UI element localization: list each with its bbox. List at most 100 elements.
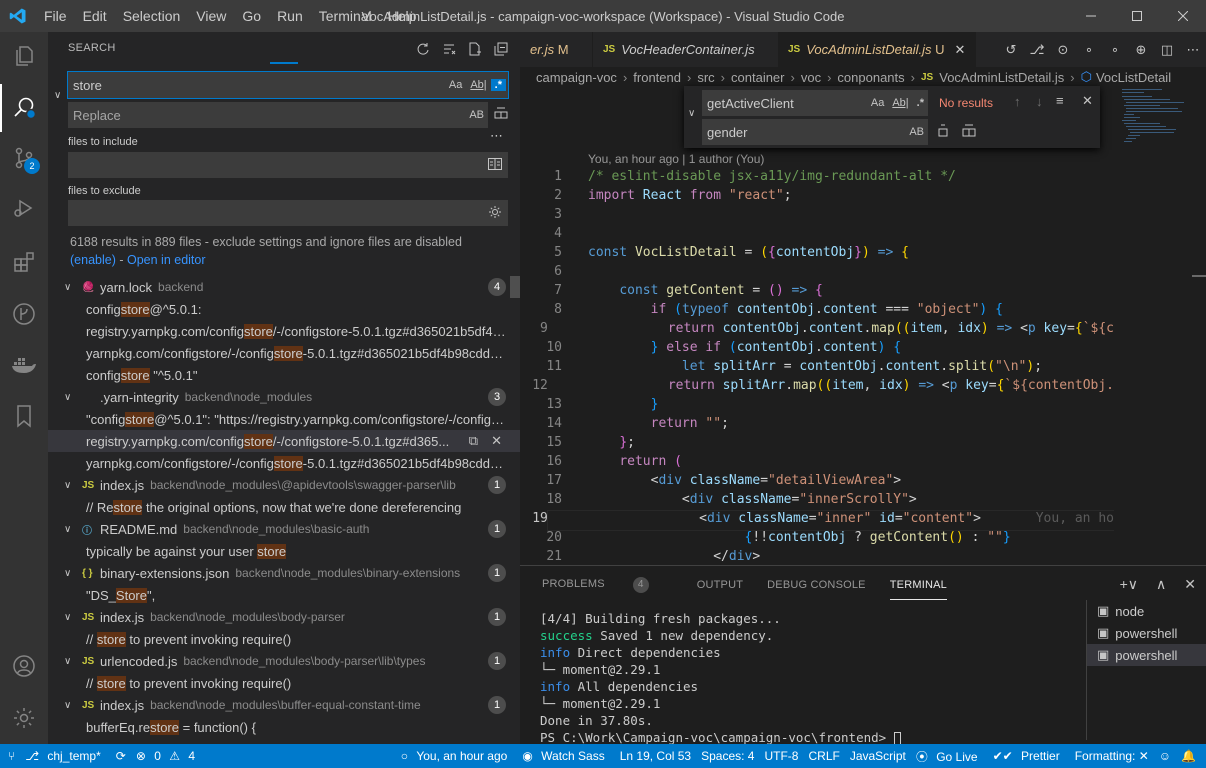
tab-er-js[interactable]: er.js M [520, 32, 592, 67]
chevron-down-icon[interactable]: ∨ [64, 480, 78, 491]
replace-all-icon[interactable] [494, 107, 508, 124]
prettier-status[interactable]: ✔✔ Prettier [993, 749, 1065, 763]
use-exclude-settings-icon[interactable] [488, 205, 508, 222]
menu-edit[interactable]: Edit [75, 0, 115, 32]
close-window-icon[interactable] [1160, 0, 1206, 32]
clear-results-icon[interactable] [438, 38, 460, 60]
result-file-row[interactable]: ∨ JS index.js backend\node_modules\body-par… [48, 606, 520, 628]
menu-view[interactable]: View [188, 0, 234, 32]
watch-sass-status[interactable]: ◉ Watch Sass [522, 749, 609, 763]
git-lens-icon[interactable]: ⊕ [1128, 42, 1154, 58]
dismiss-match-icon[interactable]: ✕ [491, 433, 502, 449]
result-match-row[interactable]: yarnpkg.com/configstore/-/configstore-5.… [48, 342, 520, 364]
chevron-down-icon[interactable]: ∨ [64, 568, 78, 579]
tab-voc-header-container[interactable]: JS VocHeaderContainer.js [592, 32, 778, 67]
enable-link[interactable]: (enable) [70, 253, 116, 267]
more-actions-icon[interactable]: ⋯ [1180, 42, 1206, 58]
maximize-icon[interactable] [1114, 0, 1160, 32]
run-debug-icon[interactable] [0, 184, 48, 232]
terminal-instance[interactable]: ▣ node [1087, 600, 1206, 622]
accounts-icon[interactable] [0, 642, 48, 690]
result-file-row[interactable]: ∨ JS urlencoded.js backend\node_modules\bod… [48, 650, 520, 672]
regex-toggle[interactable]: .* [913, 97, 928, 109]
result-match-row[interactable]: // store to prevent invoking require() [48, 628, 520, 650]
result-match-row[interactable]: configstore "^5.0.1" [48, 364, 520, 386]
language-mode[interactable]: JavaScript [850, 749, 906, 763]
menu-selection[interactable]: Selection [115, 0, 189, 32]
result-match-row[interactable]: typically be against your user store [48, 540, 520, 562]
breadcrumb-item[interactable]: voc [801, 70, 821, 85]
search-input[interactable]: store [68, 78, 445, 93]
result-match-row[interactable]: registry.yarnpkg.com/configstore/-/confi… [48, 320, 520, 342]
timeline-icon[interactable]: ↺ [998, 42, 1024, 58]
previous-change-icon[interactable]: ∘ [1076, 42, 1102, 58]
replace-input[interactable]: Replace [68, 108, 465, 123]
git-commit-icon[interactable]: ⊙ [1050, 42, 1076, 58]
result-match-row[interactable]: "DS_Store", [48, 584, 520, 606]
toggle-replace-chevron-icon[interactable]: ∨ [54, 90, 61, 101]
chevron-down-icon[interactable]: ∨ [64, 656, 78, 667]
breadcrumb-item[interactable]: src [697, 70, 714, 85]
extensions-icon[interactable] [0, 238, 48, 286]
menu-file[interactable]: File [36, 0, 75, 32]
minimize-icon[interactable] [1068, 0, 1114, 32]
replace-input[interactable]: gender [702, 125, 905, 140]
menu-terminal[interactable]: Terminal [311, 0, 380, 32]
branch-status[interactable]: ⎇ chj_temp* [25, 749, 106, 763]
result-file-row[interactable]: ∨ { } binary-extensions.json backend\node_m… [48, 562, 520, 584]
end-of-line[interactable]: CRLF [808, 749, 839, 763]
indentation[interactable]: Spaces: 4 [701, 749, 754, 763]
replace-one-icon[interactable] [936, 124, 950, 141]
new-search-editor-icon[interactable] [464, 38, 486, 60]
find-in-selection-icon[interactable]: ≡ [1056, 93, 1064, 108]
more-options-icon[interactable]: ⋯ [490, 128, 503, 144]
menu-run[interactable]: Run [269, 0, 311, 32]
maximize-panel-icon[interactable]: ∧ [1156, 576, 1166, 593]
chevron-down-icon[interactable]: ∨ [64, 612, 78, 623]
chevron-down-icon[interactable]: ∨ [64, 700, 78, 711]
result-match-row[interactable]: configstore@^5.0.1: [48, 298, 520, 320]
result-match-row[interactable]: "configstore@^5.0.1": "https://registry.… [48, 408, 520, 430]
replace-input-box[interactable]: Replace AB [68, 102, 488, 128]
close-find-icon[interactable]: ✕ [1082, 93, 1093, 109]
find-input[interactable]: getActiveClient [702, 96, 867, 111]
terminal-instance[interactable]: ▣ powershell [1087, 622, 1206, 644]
result-match-row[interactable]: // store to prevent invoking require() [48, 672, 520, 694]
preserve-case-toggle[interactable]: AB [465, 109, 488, 121]
replace-input-box[interactable]: gender AB [702, 119, 928, 145]
breadcrumb-item[interactable]: frontend [633, 70, 681, 85]
replace-all-icon[interactable] [962, 124, 976, 141]
tab-voc-admin-list-detail[interactable]: JS VocAdminListDetail.js U ✕ [778, 32, 976, 67]
minimap[interactable] [1114, 87, 1206, 565]
match-word-toggle[interactable]: Ab| [888, 97, 912, 109]
git-graph-icon[interactable] [0, 290, 48, 338]
menu-go[interactable]: Go [234, 0, 269, 32]
refresh-icon[interactable] [412, 38, 434, 60]
preserve-case-toggle[interactable]: AB [905, 126, 928, 138]
search-input-box[interactable]: store Aa Ab| .* [67, 71, 509, 99]
chevron-down-icon[interactable]: ∨ [64, 392, 78, 403]
go-live-status[interactable]: ⦿ Go Live [916, 748, 983, 765]
settings-gear-icon[interactable] [0, 694, 48, 742]
breadcrumb-item[interactable]: VocAdminListDetail.js [939, 70, 1064, 85]
cursor-position[interactable]: Ln 19, Col 53 [620, 749, 691, 763]
files-exclude-input[interactable] [68, 200, 508, 226]
close-tab-icon[interactable]: ✕ [954, 42, 965, 58]
regex-toggle[interactable]: .* [490, 79, 506, 91]
chevron-down-icon[interactable]: ∨ [64, 282, 78, 293]
toggle-replace-chevron-icon[interactable]: ∨ [688, 108, 695, 119]
results-scrollbar[interactable] [510, 276, 520, 298]
split-editor-icon[interactable]: ◫ [1154, 42, 1180, 58]
source-control-icon[interactable]: 2 [0, 134, 48, 182]
terminal-instance[interactable]: ▣ powershell [1087, 644, 1206, 666]
close-panel-icon[interactable]: ✕ [1184, 576, 1196, 593]
result-file-row[interactable]: ∨ JS index.js backend\node_modules\@apidevt… [48, 474, 520, 496]
tab-terminal[interactable]: TERMINAL [889, 579, 947, 600]
search-icon[interactable] [0, 84, 48, 132]
terminal-output[interactable]: [4/4] Building fresh packages... success … [540, 610, 901, 746]
collapse-all-icon[interactable] [490, 38, 512, 60]
breadcrumb-item[interactable]: container [731, 70, 784, 85]
bookmark-icon[interactable] [0, 392, 48, 440]
blame-status[interactable]: ○ You, an hour ago [401, 749, 513, 763]
replace-match-icon[interactable]: ⧉ [469, 433, 478, 449]
